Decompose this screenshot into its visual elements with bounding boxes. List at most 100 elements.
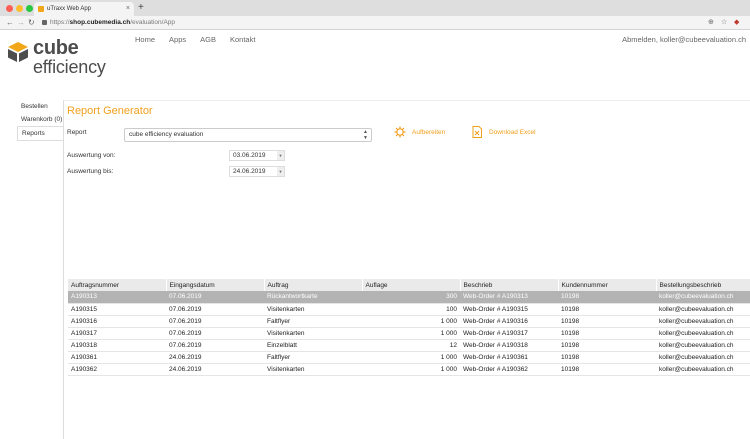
date-to-dropdown-icon[interactable]: ▼ — [277, 167, 284, 176]
cell-kundennummer: 10198 — [558, 315, 656, 328]
cell-auftrag: Faltflyer — [264, 315, 362, 328]
cell-bestellungsbeschrieb: koller@cubeevaluation.ch — [656, 303, 750, 316]
date-from-dropdown-icon[interactable]: ▼ — [277, 151, 284, 160]
sidebar-item-reports[interactable]: Reports — [17, 126, 64, 141]
maximize-window-button[interactable] — [26, 5, 33, 12]
date-to-value: 24.06.2019 — [233, 168, 266, 175]
col-header-kundennummer[interactable]: Kundennummer — [558, 279, 657, 291]
cell-eingangsdatum: 24.06.2019 — [166, 351, 264, 364]
cell-kundennummer: 10198 — [558, 363, 656, 376]
minimize-window-button[interactable] — [16, 5, 23, 12]
cube-logo-icon — [8, 42, 28, 62]
cell-bestellungsbeschrieb: koller@cubeevaluation.ch — [656, 315, 750, 328]
col-header-beschrieb[interactable]: Beschrieb — [460, 279, 559, 291]
sidebar: Bestellen Warenkorb (0) Reports — [17, 100, 64, 141]
nav-kontakt[interactable]: Kontakt — [230, 35, 255, 44]
report-table: Auftragsnummer Eingangsdatum Auftrag Auf… — [68, 279, 750, 376]
new-tab-button[interactable]: + — [138, 1, 144, 15]
lock-icon — [42, 20, 47, 25]
url-host: shop.cubemedia.ch — [69, 19, 131, 26]
cell-auftragsnummer: A190362 — [68, 363, 166, 376]
table-row[interactable]: A190313 07.06.2019 Rückantwortkarte 300 … — [68, 291, 750, 304]
close-window-button[interactable] — [6, 5, 13, 12]
cell-beschrieb: Web-Order # A190316 — [460, 315, 558, 328]
cell-beschrieb: Web-Order # A190362 — [460, 363, 558, 376]
col-header-auftrag[interactable]: Auftrag — [264, 279, 363, 291]
cell-auflage: 12 — [362, 339, 460, 352]
col-header-eingangsdatum[interactable]: Eingangsdatum — [166, 279, 265, 291]
nav-apps[interactable]: Apps — [169, 35, 186, 44]
cell-auftrag: Visitenkarten — [264, 327, 362, 340]
cell-bestellungsbeschrieb: koller@cubeevaluation.ch — [656, 339, 750, 352]
cell-auflage: 1 000 — [362, 327, 460, 340]
cell-eingangsdatum: 24.06.2019 — [166, 363, 264, 376]
forward-arrow-icon[interactable]: → — [17, 16, 25, 29]
cell-kundennummer: 10198 — [558, 291, 656, 304]
date-to-label: Auswertung bis: — [67, 168, 114, 175]
report-select[interactable]: cube efficiency evaluation ▲ ▼ — [124, 128, 372, 142]
table-row[interactable]: A190361 24.06.2019 Faltflyer 1 000 Web-O… — [68, 351, 750, 364]
prepare-button[interactable]: Aufbereiten — [394, 126, 445, 138]
nav-agb[interactable]: AGB — [200, 35, 216, 44]
cell-bestellungsbeschrieb: koller@cubeevaluation.ch — [656, 291, 750, 304]
sidebar-item-warenkorb[interactable]: Warenkorb (0) — [17, 113, 63, 126]
col-header-auflage[interactable]: Auflage — [362, 279, 461, 291]
bookmark-star-icon[interactable]: ☆ — [721, 16, 727, 29]
browser-tab-strip: uTraxx Web App × + — [0, 0, 750, 16]
cell-auftragsnummer: A190317 — [68, 327, 166, 340]
select-arrows-icon: ▲ ▼ — [363, 129, 368, 141]
date-to-field[interactable]: 24.06.2019 ▼ — [229, 166, 285, 177]
report-label: Report — [67, 129, 87, 136]
nav-home[interactable]: Home — [135, 35, 155, 44]
download-excel-button[interactable]: Download Excel — [471, 126, 536, 138]
cell-auftragsnummer: A190361 — [68, 351, 166, 364]
table-row[interactable]: A190315 07.06.2019 Visitenkarten 100 Web… — [68, 303, 750, 316]
content-panel — [63, 100, 750, 439]
extension-icon[interactable]: ◆ — [734, 16, 739, 29]
cell-auflage: 300 — [362, 291, 460, 304]
col-header-bestellungsbeschrieb[interactable]: Bestellungsbeschrieb — [656, 279, 750, 291]
col-header-auftragsnummer[interactable]: Auftragsnummer — [68, 279, 167, 291]
back-arrow-icon[interactable]: ← — [6, 16, 14, 29]
cell-kundennummer: 10198 — [558, 351, 656, 364]
cell-bestellungsbeschrieb: koller@cubeevaluation.ch — [656, 327, 750, 340]
table-row[interactable]: A190362 24.06.2019 Visitenkarten 1 000 W… — [68, 363, 750, 376]
cell-auftragsnummer: A190315 — [68, 303, 166, 316]
cube-efficiency-logo[interactable]: cube efficiency — [6, 38, 116, 80]
prepare-label: Aufbereiten — [412, 128, 446, 136]
browser-tab[interactable]: uTraxx Web App × — [34, 2, 134, 16]
address-bar[interactable]: https://shop.cubemedia.ch/evaluation/App — [40, 17, 700, 29]
zoom-icon[interactable]: ⊕ — [708, 16, 714, 29]
sidebar-item-bestellen[interactable]: Bestellen — [17, 100, 63, 113]
cell-beschrieb: Web-Order # A190317 — [460, 327, 558, 340]
cell-bestellungsbeschrieb: koller@cubeevaluation.ch — [656, 351, 750, 364]
date-from-value: 03.06.2019 — [233, 152, 266, 159]
date-from-field[interactable]: 03.06.2019 ▼ — [229, 150, 285, 161]
table-row[interactable]: A190318 07.06.2019 Einzelblatt 12 Web-Or… — [68, 339, 750, 352]
cell-auftrag: Visitenkarten — [264, 303, 362, 316]
table-row[interactable]: A190316 07.06.2019 Faltflyer 1 000 Web-O… — [68, 315, 750, 328]
user-links[interactable]: Abmelden, koller@cubeevaluation.ch — [622, 35, 746, 44]
cell-bestellungsbeschrieb: koller@cubeevaluation.ch — [656, 363, 750, 376]
cell-eingangsdatum: 07.06.2019 — [166, 303, 264, 316]
cell-eingangsdatum: 07.06.2019 — [166, 339, 264, 352]
browser-toolbar: ← → ↻ https://shop.cubemedia.ch/evaluati… — [0, 16, 750, 30]
cell-auftrag: Visitenkarten — [264, 363, 362, 376]
top-navigation: Home Apps AGB Kontakt — [135, 35, 255, 44]
cell-auflage: 1 000 — [362, 351, 460, 364]
cell-auftragsnummer: A190318 — [68, 339, 166, 352]
date-from-label: Auswertung von: — [67, 152, 116, 159]
cell-eingangsdatum: 07.06.2019 — [166, 291, 264, 304]
reload-icon[interactable]: ↻ — [28, 16, 35, 29]
cell-beschrieb: Web-Order # A190318 — [460, 339, 558, 352]
cell-auftrag: Faltflyer — [264, 351, 362, 364]
tab-title: uTraxx Web App — [47, 6, 92, 12]
cell-auflage: 1 000 — [362, 315, 460, 328]
cell-auftrag: Einzelblatt — [264, 339, 362, 352]
url-scheme: https:// — [50, 19, 70, 26]
table-row[interactable]: A190317 07.06.2019 Visitenkarten 1 000 W… — [68, 327, 750, 340]
cell-beschrieb: Web-Order # A190315 — [460, 303, 558, 316]
cell-beschrieb: Web-Order # A190313 — [460, 291, 558, 304]
download-excel-label: Download Excel — [489, 128, 536, 136]
tab-close-icon[interactable]: × — [126, 2, 130, 16]
